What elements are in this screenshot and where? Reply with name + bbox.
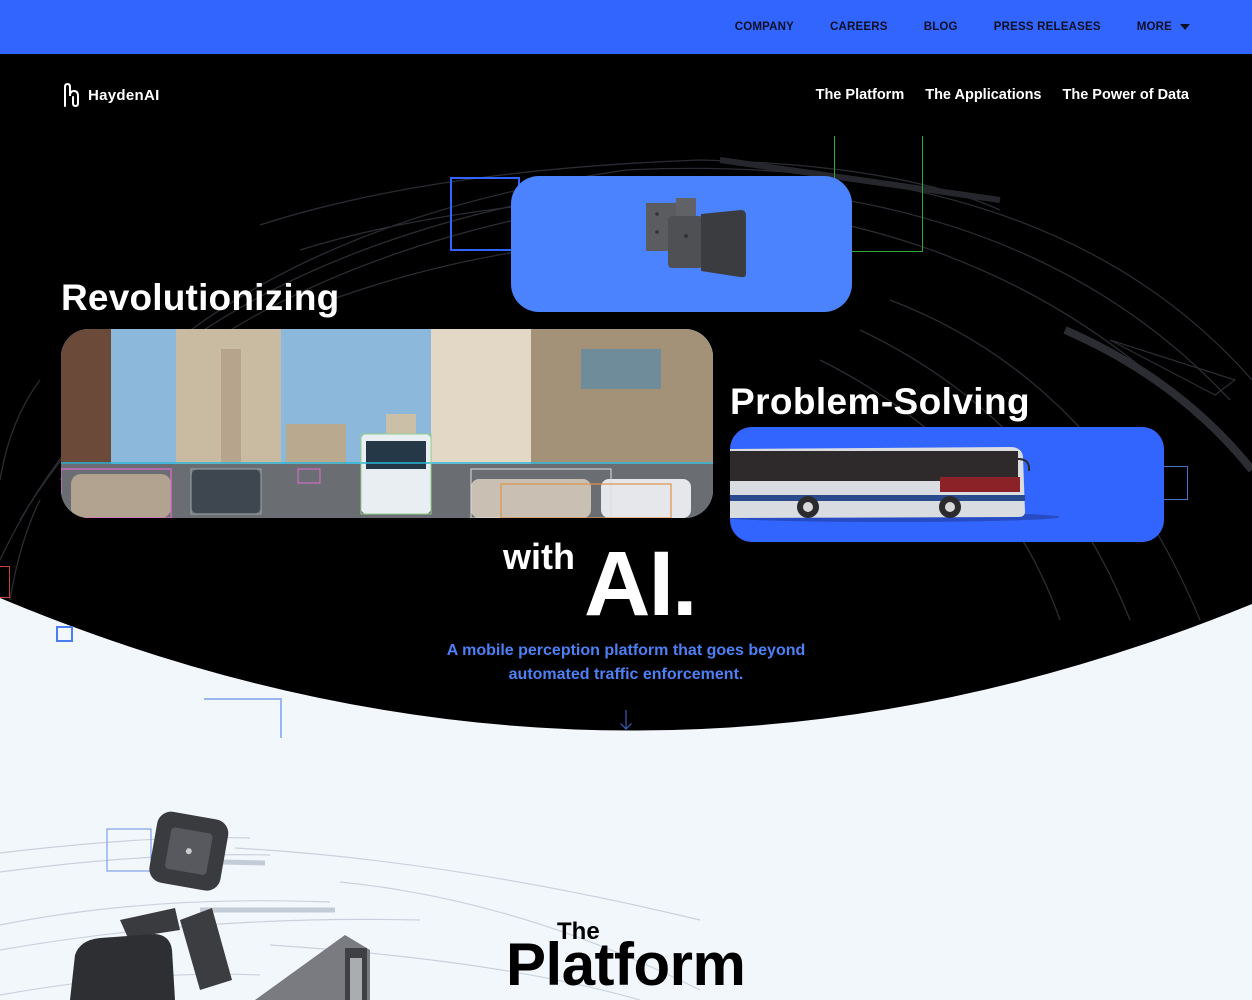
platform-devices-image [70, 811, 370, 1000]
camera-device-card [511, 176, 852, 312]
utility-nav-label: BLOG [923, 21, 958, 33]
tagline-line-2: automated traffic enforcement. [508, 666, 744, 683]
hero-word-problem-solving: Problem-Solving [730, 381, 1030, 422]
utility-nav-label: CAREERS [830, 21, 888, 33]
utility-nav-careers[interactable]: CAREERS [830, 21, 888, 33]
street-scene-image [61, 329, 713, 518]
hero-tagline: A mobile perception platform that goes b… [376, 639, 876, 687]
utility-nav-company[interactable]: COMPANY [735, 21, 794, 33]
page: COMPANY CAREERS BLOG PRESS RELEASES MORE [0, 0, 1252, 1000]
nav-link-the-applications[interactable]: The Applications [925, 87, 1041, 103]
utility-nav-label: COMPANY [734, 21, 795, 33]
hero-word-with: with [503, 536, 575, 577]
arrow-down-icon[interactable] [617, 708, 635, 732]
accent-box-blue-small [1160, 466, 1188, 500]
hero-word-ai: AI. [584, 533, 698, 635]
accent-box-red [0, 566, 10, 598]
utility-nav-bar: COMPANY CAREERS BLOG PRESS RELEASES MORE [0, 0, 1252, 54]
utility-nav-blog[interactable]: BLOG [924, 21, 958, 33]
bus-card [730, 427, 1164, 542]
haydenai-logo-icon [64, 82, 79, 108]
bus-image [730, 447, 1060, 522]
utility-nav-more-dropdown[interactable]: MORE [1137, 21, 1190, 33]
caret-down-icon [1180, 24, 1190, 30]
accent-box-blue [450, 177, 520, 251]
utility-nav-label: MORE [1136, 21, 1172, 33]
street-detection-video[interactable] [61, 329, 713, 518]
main-nav: HaydenAI The Platform The Applications T… [0, 54, 1252, 136]
camera-device-image [646, 198, 746, 278]
utility-nav-press-releases[interactable]: PRESS RELEASES [994, 21, 1101, 33]
tagline-line-1: A mobile perception platform that goes b… [446, 642, 806, 659]
utility-nav-list: COMPANY CAREERS BLOG PRESS RELEASES MORE [699, 0, 1190, 54]
nav-link-the-platform[interactable]: The Platform [816, 87, 905, 103]
platform-title-main: Platform [506, 931, 746, 998]
nav-link-the-power-of-data[interactable]: The Power of Data [1063, 87, 1190, 103]
utility-nav-label: PRESS RELEASES [993, 21, 1101, 33]
accent-box-blue-square [56, 626, 73, 642]
main-nav-links: The Platform The Applications The Power … [795, 87, 1189, 103]
hero-word-revolutionizing: Revolutionizing [61, 277, 340, 318]
logo-link[interactable]: HaydenAI [62, 82, 160, 108]
logo-text: HaydenAI [88, 86, 160, 104]
accent-box-light-blue [204, 698, 282, 738]
